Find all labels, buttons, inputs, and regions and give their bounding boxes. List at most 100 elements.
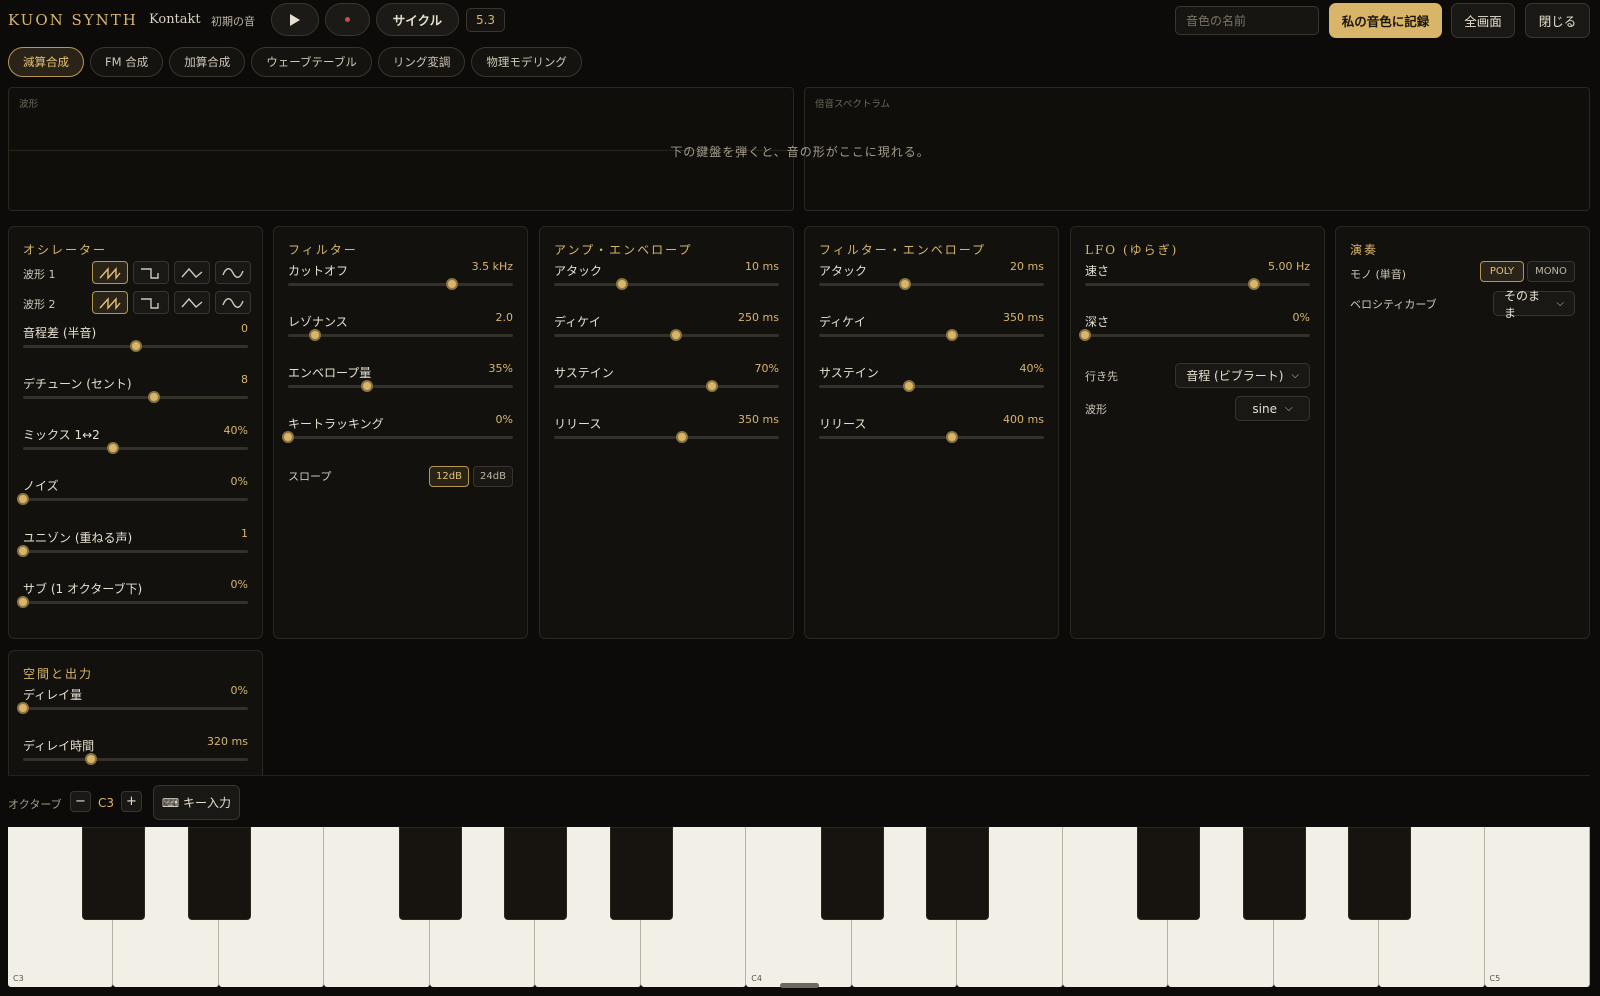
close-button[interactable]: 閉じる [1525,3,1590,38]
unison-slider[interactable]: ユニゾン (重ねる声) 1 [17,527,248,573]
delay-amount-slider[interactable]: ディレイ量 0% [17,684,248,730]
slider-track[interactable] [288,385,513,388]
tab-additive[interactable]: 加算合成 [169,47,246,77]
slider-track[interactable] [288,334,513,337]
slider-thumb[interactable] [107,442,119,454]
piano-key-c5[interactable]: C5 [1484,827,1590,987]
piano-key-c#4[interactable] [820,827,884,920]
tab-physical-modeling[interactable]: 物理モデリング [471,47,582,77]
fenv-attack-slider[interactable]: アタック 20 ms [819,260,1044,306]
env-amount-slider[interactable]: エンベロープ量 35% [288,362,513,408]
cycle-button[interactable]: サイクル [376,3,459,36]
slider-track[interactable] [23,447,248,450]
fenv-sustain-slider[interactable]: サステイン 40% [819,362,1044,408]
wave1-saw-button[interactable] [92,261,128,284]
pitch-offset-slider[interactable]: 音程差 (半音) 0 [23,322,248,368]
slider-thumb[interactable] [676,431,689,443]
slider-thumb[interactable] [17,596,29,608]
lfo-wave-select[interactable]: sine ⌵ [1235,396,1310,421]
lfo-depth-slider[interactable]: 深さ 0% [1079,311,1310,357]
key-tracking-slider[interactable]: キートラッキング 0% [282,413,513,459]
piano-key-g#4[interactable] [1242,827,1306,920]
noise-slider[interactable]: ノイズ 0% [17,475,248,521]
slider-thumb[interactable] [945,329,958,341]
piano-key-d#3[interactable] [187,827,251,920]
slider-thumb[interactable] [945,431,958,443]
resonance-slider[interactable]: レゾナンス 2.0 [288,311,513,357]
slider-thumb[interactable] [147,391,160,403]
fenv-release-slider[interactable]: リリース 400 ms [819,413,1044,459]
slider-thumb[interactable] [903,380,915,392]
amp-sustain-slider[interactable]: サステイン 70% [554,362,779,408]
fenv-decay-slider[interactable]: ディケイ 350 ms [819,311,1044,357]
wave1-sine-button[interactable] [215,261,251,284]
slider-track[interactable] [554,385,779,388]
cycle-value[interactable]: 5.3 [466,8,505,32]
piano-key-f#3[interactable] [398,827,462,920]
cutoff-slider[interactable]: カットオフ 3.5 kHz [288,260,513,306]
amp-release-slider[interactable]: リリース 350 ms [554,413,779,459]
sub-osc-slider[interactable]: サブ (1 オクターブ下) 0% [17,578,248,624]
slider-track[interactable] [288,283,513,286]
slope-12db-button[interactable]: 12dB [429,466,469,487]
tab-ring-mod[interactable]: リング変調 [377,47,466,77]
slider-track[interactable] [819,283,1044,286]
slider-thumb[interactable] [615,278,628,290]
slider-thumb[interactable] [17,493,29,505]
slider-thumb[interactable] [1079,329,1091,341]
slider-track[interactable] [23,758,248,761]
tab-fm[interactable]: FM 合成 [90,47,164,77]
slider-thumb[interactable] [360,380,373,392]
piano-key-c#3[interactable] [82,827,146,920]
detune-slider[interactable]: デチューン (セント) 8 [23,373,248,419]
save-preset-button[interactable]: 私の音色に記録 [1329,3,1442,38]
amp-decay-slider[interactable]: ディケイ 250 ms [554,311,779,357]
slope-24db-button[interactable]: 24dB [473,466,513,487]
slider-track[interactable] [23,498,248,501]
slider-thumb[interactable] [309,329,321,341]
wave2-sine-button[interactable] [215,291,251,314]
velocity-curve-select[interactable]: そのまま ⌵ [1493,289,1575,320]
poly-button[interactable]: POLY [1480,261,1524,282]
slider-thumb[interactable] [84,753,97,765]
wave1-square-button[interactable] [133,261,169,284]
wave1-triangle-button[interactable] [174,261,210,284]
tab-wavetable[interactable]: ウェーブテーブル [251,47,372,77]
slider-track[interactable] [1085,334,1310,337]
slider-thumb[interactable] [898,278,911,290]
slider-thumb[interactable] [446,278,459,290]
slider-thumb[interactable] [17,702,29,714]
slider-track[interactable] [23,601,248,604]
fullscreen-button[interactable]: 全画面 [1451,3,1515,38]
slider-track[interactable] [23,550,248,553]
slider-thumb[interactable] [1247,278,1260,290]
slider-thumb[interactable] [669,329,682,341]
piano-key-f#4[interactable] [1137,827,1201,920]
slider-track[interactable] [819,385,1044,388]
tab-subtractive[interactable]: 減算合成 [8,47,84,77]
slider-thumb[interactable] [129,340,142,352]
slider-track[interactable] [819,436,1044,439]
osc-mix-slider[interactable]: ミックス 1↔2 40% [23,424,248,470]
slider-thumb[interactable] [17,545,29,557]
slider-thumb[interactable] [705,380,718,392]
octave-down-button[interactable]: − [70,791,91,812]
slider-thumb[interactable] [282,431,294,443]
wave2-triangle-button[interactable] [174,291,210,314]
record-button[interactable] [325,3,370,36]
slider-track[interactable] [554,283,779,286]
slider-track[interactable] [554,436,779,439]
slider-track[interactable] [23,396,248,399]
slider-track[interactable] [554,334,779,337]
lfo-rate-slider[interactable]: 速さ 5.00 Hz [1085,260,1310,306]
wave2-square-button[interactable] [133,291,169,314]
slider-track[interactable] [1085,283,1310,286]
amp-attack-slider[interactable]: アタック 10 ms [554,260,779,306]
piano-key-g#3[interactable] [504,827,568,920]
lfo-destination-select[interactable]: 音程 (ビブラート) ⌵ [1175,363,1310,388]
mono-button[interactable]: MONO [1527,261,1575,282]
wave2-saw-button[interactable] [92,291,128,314]
slider-track[interactable] [23,707,248,710]
piano-key-d#4[interactable] [926,827,990,920]
drag-handle[interactable] [780,983,819,988]
